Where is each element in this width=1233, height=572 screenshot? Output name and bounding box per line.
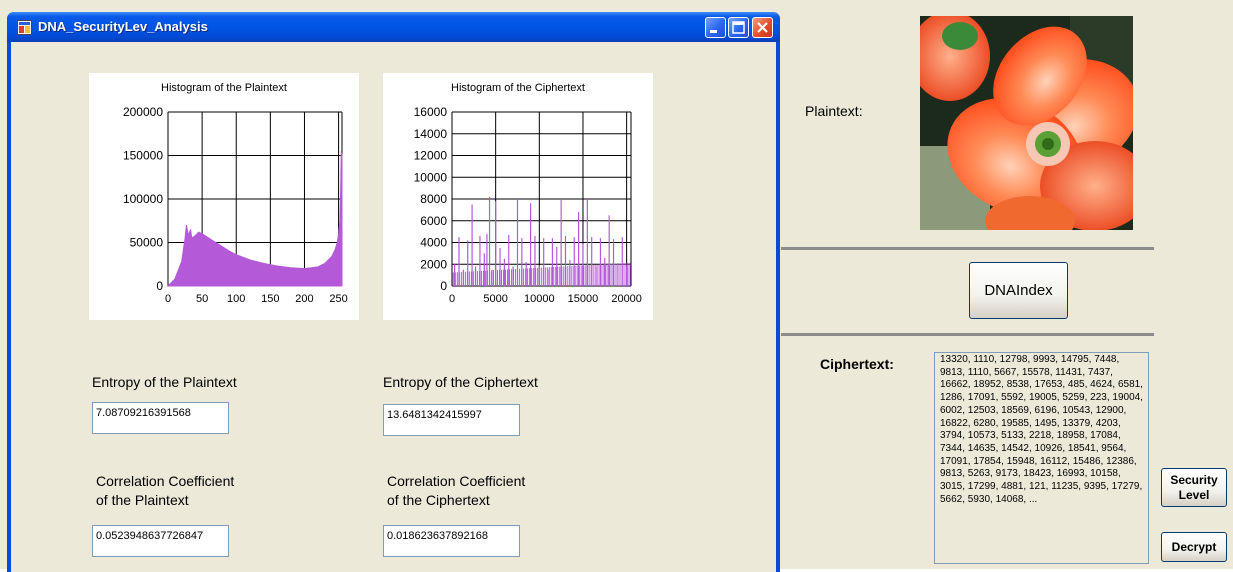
title-bar[interactable]: DNA_SecurityLev_Analysis xyxy=(7,12,780,42)
ciphertext-hist-x-tick: 15000 xyxy=(568,293,599,305)
plaintext-hist-x-tick: 0 xyxy=(165,293,171,305)
ciphertext-hist-y-tick: 6000 xyxy=(420,214,447,228)
ciphertext-histogram-plot: 16000140001200010000800060004000200000 50… xyxy=(414,105,642,305)
close-button[interactable] xyxy=(752,17,773,38)
correlation-plaintext-label-line1: Correlation Coefficient xyxy=(96,473,235,489)
plaintext-hist-x-tick: 50 xyxy=(196,293,208,305)
dna-index-button[interactable]: DNAIndex xyxy=(969,262,1068,319)
security-level-button[interactable]: Security Level xyxy=(1161,468,1227,507)
correlation-ciphertext-label-line2: of the Ciphertext xyxy=(387,492,490,508)
ciphertext-hist-y-tick: 8000 xyxy=(420,192,447,206)
plaintext-flower-image xyxy=(920,16,1133,230)
correlation-plaintext-label-line2: of the Plaintext xyxy=(96,492,189,508)
plaintext-hist-y-tick: 100000 xyxy=(123,192,163,206)
ciphertext-hist-x-tick: 0 xyxy=(449,293,455,305)
window-client-area: Histogram of the Plaintext 200000 150000 1… xyxy=(11,42,776,572)
ciphertext-hist-y-tick: 16000 xyxy=(414,105,448,119)
plaintext-histogram-plot: 200000 150000 100000 50000 00 50 100 150 200 250 xyxy=(123,105,348,305)
ciphertext-hist-y-tick: 10000 xyxy=(414,170,448,184)
plaintext-histogram-chart: Histogram of the Plaintext 200000 150000 1… xyxy=(89,73,359,320)
minimize-button[interactable] xyxy=(705,17,726,38)
plaintext-hist-x-tick: 200 xyxy=(295,293,313,305)
plaintext-hist-y-tick: 200000 xyxy=(123,105,163,119)
ciphertext-hist-x-tick: 5000 xyxy=(483,293,507,305)
plaintext-hist-y-tick: 0 xyxy=(156,279,163,293)
maximize-button[interactable] xyxy=(728,17,749,38)
ciphertext-hist-y-tick: 2000 xyxy=(420,257,447,271)
divider-top xyxy=(781,247,1154,250)
ciphertext-field[interactable]: 13320, 1110, 12798, 9993, 14795, 7448, 9… xyxy=(934,352,1149,564)
ciphertext-histogram-chart: Histogram of the Ciphertext 16000 14000 12… xyxy=(383,73,653,320)
plaintext-hist-y-tick: 50000 xyxy=(130,236,164,250)
window-title: DNA_SecurityLev_Analysis xyxy=(38,19,208,34)
ciphertext-hist-x-tick: 10000 xyxy=(524,293,555,305)
ciphertext-hist-y-tick: 12000 xyxy=(414,149,448,163)
plaintext-hist-y-tick: 150000 xyxy=(123,149,163,163)
entropy-ciphertext-field[interactable]: 13.6481342415997 xyxy=(383,404,520,436)
ciphertext-hist-y-tick: 4000 xyxy=(420,236,447,250)
entropy-plaintext-field[interactable]: 7.08709216391568 xyxy=(92,402,229,434)
correlation-plaintext-field[interactable]: 0.0523948637726847 xyxy=(92,525,229,557)
divider-bottom xyxy=(781,333,1154,336)
entropy-plaintext-label: Entropy of the Plaintext xyxy=(92,374,237,390)
ciphertext-hist-y-tick: 14000 xyxy=(414,127,448,141)
app-icon xyxy=(17,20,32,35)
maximize-icon xyxy=(732,21,745,34)
plaintext-hist-x-tick: 150 xyxy=(261,293,279,305)
plaintext-hist-x-tick: 100 xyxy=(227,293,245,305)
correlation-ciphertext-label-line1: Correlation Coefficient xyxy=(387,473,526,489)
close-icon xyxy=(757,22,768,33)
ciphertext-label: Ciphertext: xyxy=(820,356,894,372)
entropy-ciphertext-label: Entropy of the Ciphertext xyxy=(383,374,538,390)
ciphertext-hist-y-tick: 0 xyxy=(440,279,447,293)
plaintext-hist-area-series xyxy=(166,151,343,287)
minimize-icon xyxy=(710,30,717,33)
security-level-label-line1: Security xyxy=(1170,473,1218,487)
ciphertext-hist-x-tick: 20000 xyxy=(611,293,642,305)
plaintext-label: Plaintext: xyxy=(805,103,863,119)
decrypt-button[interactable]: Decrypt xyxy=(1161,532,1227,562)
correlation-ciphertext-field[interactable]: 0.018623637892168 xyxy=(383,525,520,557)
analysis-window: DNA_SecurityLev_Analysis Histogram of th… xyxy=(7,12,780,572)
plaintext-hist-x-tick: 250 xyxy=(329,293,347,305)
security-level-label-line2: Level xyxy=(1178,488,1210,502)
